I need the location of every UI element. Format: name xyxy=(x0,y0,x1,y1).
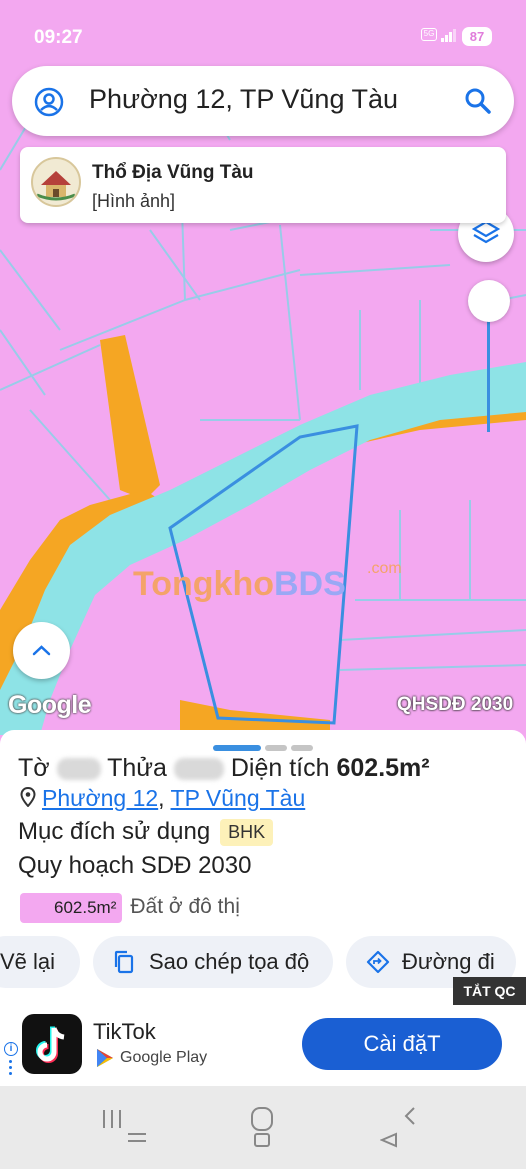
zone-type: Đất ở đô thị xyxy=(130,895,240,918)
copy-coords-label: Sao chép tọa độ xyxy=(149,949,310,974)
map-layer-label: QHSDĐ 2030 xyxy=(397,694,514,715)
parcel-summary: Tờ Thửa Diện tích 602.5m² xyxy=(18,754,430,783)
search-input[interactable]: Phường 12, TP Vũng Tàu xyxy=(89,84,398,115)
search-bar[interactable]: Phường 12, TP Vũng Tàu xyxy=(12,66,514,136)
area-label: Diện tích xyxy=(230,754,330,782)
watermark: TongkhoBDS .com xyxy=(133,560,402,604)
copy-icon xyxy=(114,950,134,974)
account-circle-icon[interactable] xyxy=(34,87,64,122)
battery-indicator: 87 xyxy=(462,27,492,46)
ad-store-label: Google Play xyxy=(120,1049,208,1067)
expand-sheet-button[interactable] xyxy=(13,622,70,679)
google-play-icon xyxy=(97,1049,113,1067)
ad-app-name: TikTok xyxy=(93,1019,156,1044)
plan-label: Quy hoạch SDĐ 2030 xyxy=(18,852,252,879)
land-use-row: Mục đích sử dụng BHK xyxy=(18,818,274,847)
redraw-button[interactable]: Vẽ lại xyxy=(0,936,80,988)
watermark-suffix: .com xyxy=(367,560,402,577)
redraw-label: Vẽ lại xyxy=(0,949,56,974)
home-icon[interactable] xyxy=(249,1106,277,1153)
action-bar: Vẽ lại Sao chép tọa độ Đường đi xyxy=(0,936,526,990)
info-popup[interactable]: Thổ Địa Vũng Tàu [Hình ảnh] xyxy=(20,147,506,223)
recent-apps-icon[interactable] xyxy=(100,1106,150,1151)
ad-banner[interactable]: i TikTok Google Play Cài đặT xyxy=(0,1000,526,1086)
watermark-main: Tongkho xyxy=(133,565,274,603)
system-nav-bar xyxy=(0,1086,526,1169)
back-icon[interactable] xyxy=(379,1104,420,1153)
purpose-code-badge: BHK xyxy=(220,819,274,847)
redacted-sheet-number xyxy=(56,758,101,781)
ad-more-icon[interactable] xyxy=(9,1060,12,1078)
search-icon[interactable] xyxy=(464,87,492,120)
parcel-location: Phường 12, TP Vũng Tàu xyxy=(20,785,305,813)
sheet-label: Tờ xyxy=(18,754,50,782)
copy-coords-button[interactable]: Sao chép tọa độ xyxy=(93,936,333,988)
close-ad-button[interactable]: TẮT QC xyxy=(453,977,526,1005)
chevron-up-icon xyxy=(13,645,70,683)
status-time: 09:27 xyxy=(34,27,83,48)
popup-title: Thổ Địa Vũng Tàu xyxy=(92,162,254,183)
zone-row: 602.5m² Đất ở đô thị xyxy=(20,893,240,923)
network-badge: 5G xyxy=(421,28,437,41)
zone-area-chip: 602.5m² xyxy=(20,893,123,923)
signal-icon xyxy=(441,28,456,42)
popup-subtitle: [Hình ảnh] xyxy=(92,191,176,211)
location-pin-icon xyxy=(20,786,36,813)
watermark-accent: BDS xyxy=(274,565,346,603)
ad-store: Google Play xyxy=(96,1048,207,1068)
brand-logo xyxy=(31,157,81,207)
directions-icon xyxy=(366,950,390,974)
tiktok-icon xyxy=(22,1014,82,1074)
city-link[interactable]: TP Vũng Tàu xyxy=(171,785,306,811)
purpose-label: Mục đích sử dụng xyxy=(18,818,211,845)
directions-label: Đường đi xyxy=(402,949,495,974)
google-logo: Google xyxy=(8,691,92,719)
ad-info-icon[interactable]: i xyxy=(4,1042,18,1056)
lot-label: Thửa xyxy=(107,754,167,782)
install-button[interactable]: Cài đặT xyxy=(302,1018,502,1070)
layers-icon xyxy=(458,220,514,266)
area-value: 602.5m² xyxy=(336,754,430,782)
redacted-lot-number xyxy=(173,758,224,781)
opacity-slider-track[interactable] xyxy=(487,320,490,432)
ward-link[interactable]: Phường 12 xyxy=(42,785,158,811)
status-bar: 09:27 5G 87 xyxy=(0,0,526,75)
opacity-slider-handle[interactable] xyxy=(468,280,510,322)
